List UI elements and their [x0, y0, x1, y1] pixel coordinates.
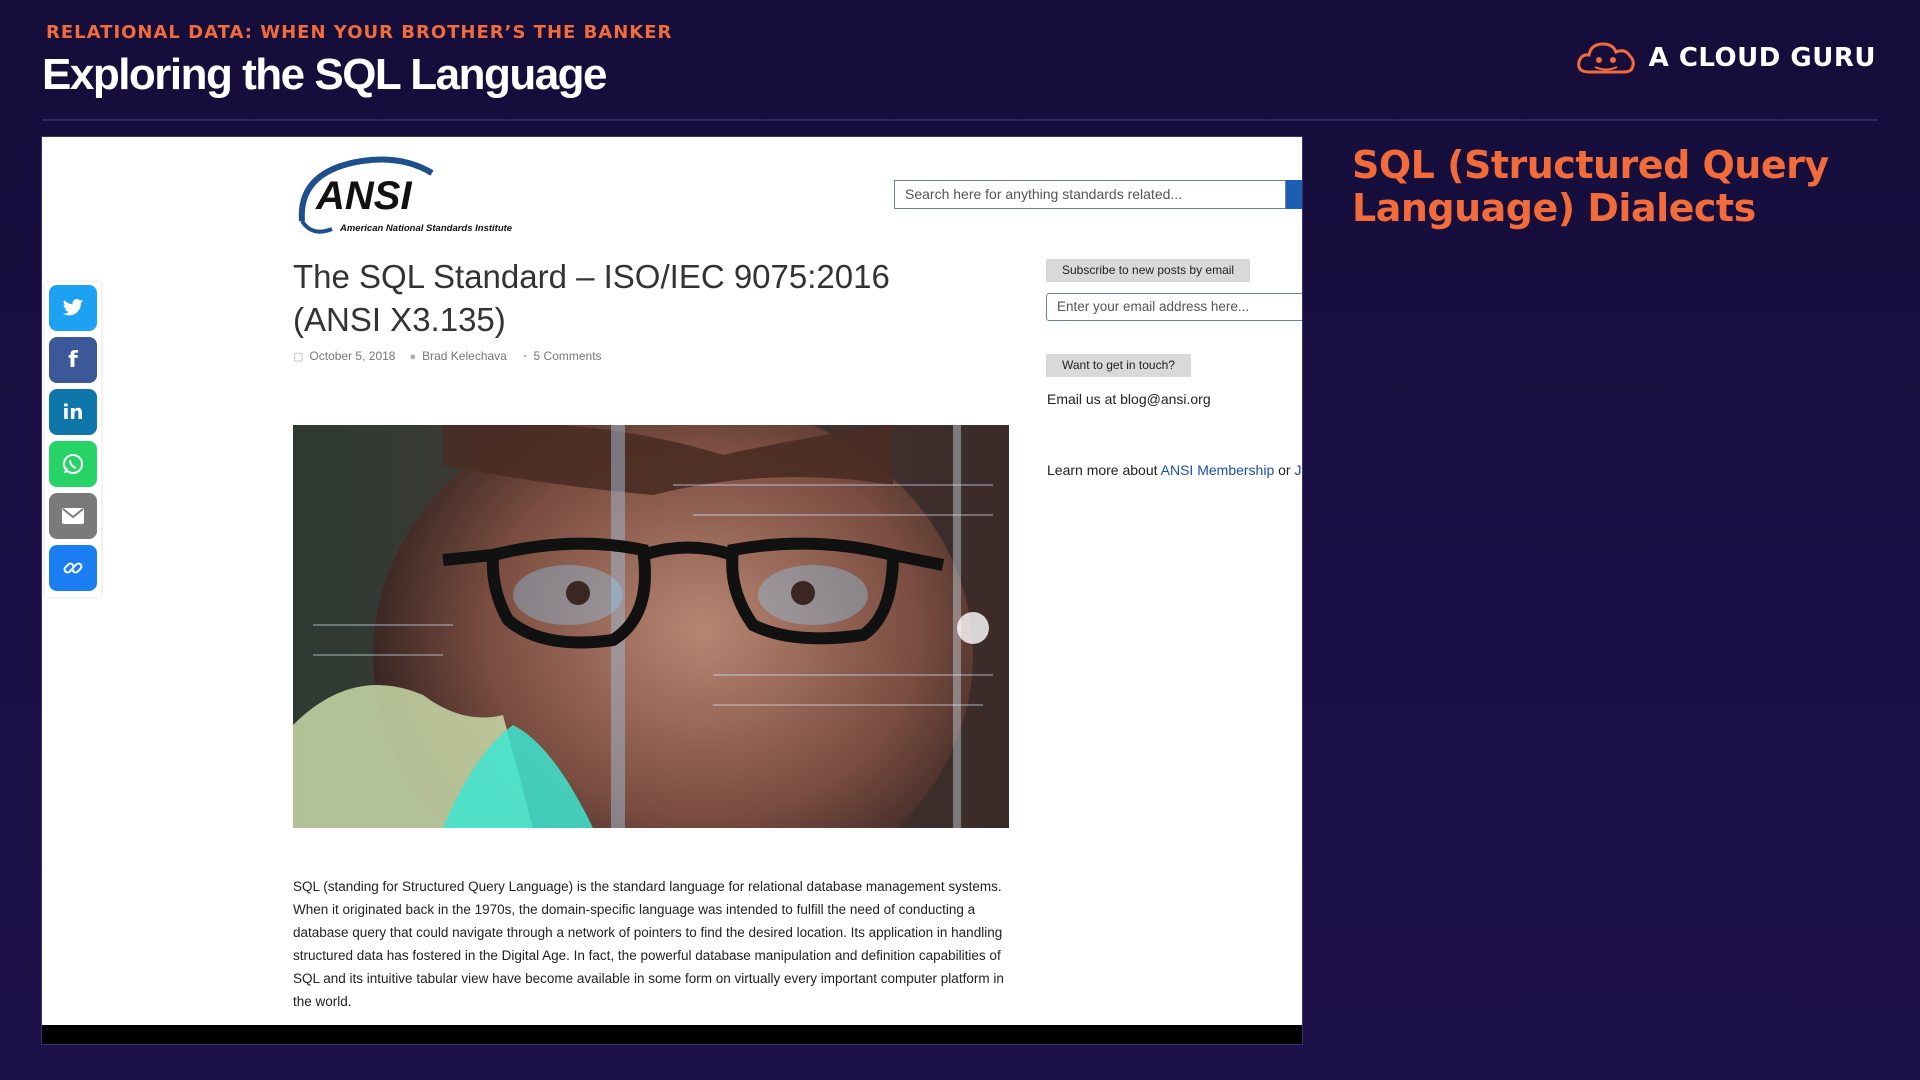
cloud-logo-icon — [1576, 42, 1635, 74]
post-body: SQL (standing for Structured Query Langu… — [293, 879, 1004, 1009]
membership-link[interactable]: ANSI Membership — [1161, 462, 1275, 478]
learn-more-prefix: Learn more about — [1047, 462, 1161, 478]
learn-more-text: Learn more about ANSI Membership or Jo — [1047, 462, 1302, 478]
contact-email-text: Email us at blog@ansi.org — [1047, 391, 1211, 407]
linkedin-share-button[interactable]: in — [49, 389, 97, 435]
contact-label: Want to get in touch? — [1046, 354, 1191, 377]
link-icon — [63, 562, 83, 574]
slide-title: Exploring the SQL Language — [42, 50, 608, 99]
calendar-icon: ▢ — [293, 351, 304, 363]
whatsapp-icon — [63, 454, 83, 474]
twitter-share-button[interactable] — [49, 285, 97, 331]
join-link[interactable]: Jo — [1294, 462, 1302, 478]
ansi-logo: ANSI American National Standards Institu… — [298, 156, 512, 234]
twitter-icon — [62, 298, 84, 316]
brand-name: A CLOUD GURU — [1648, 43, 1876, 73]
post-author[interactable]: Brad Kelechava — [422, 349, 507, 363]
facebook-share-button[interactable]: f — [49, 337, 97, 383]
slide-heading: SQL (Structured Query Language) Dialects — [1352, 143, 1829, 230]
post-hero-image — [293, 425, 1009, 828]
post-comments[interactable]: 5 Comments — [534, 349, 602, 363]
facebook-icon: f — [68, 347, 78, 373]
brand-logo: A CLOUD GURU — [1575, 38, 1876, 78]
linkedin-icon: in — [62, 400, 84, 424]
ansi-logo-text: ANSI — [315, 174, 412, 218]
header-divider — [42, 119, 1878, 121]
site-search-button[interactable] — [1286, 180, 1302, 209]
webpage-screenshot: ANSI American National Standards Institu… — [41, 136, 1303, 1045]
subscribe-email-input[interactable]: Enter your email address here... — [1046, 293, 1302, 321]
ansi-logo-subtitle: American National Standards Institute — [339, 223, 512, 234]
post-title: The SQL Standard – ISO/IEC 9075:2016 (AN… — [293, 258, 890, 338]
copy-link-share-button[interactable] — [49, 545, 97, 591]
share-bar: f in — [45, 282, 101, 597]
slide-kicker: RELATIONAL DATA: WHEN YOUR BROTHER’S THE… — [46, 22, 673, 43]
comments-icon: ◔ — [520, 351, 528, 363]
email-share-button[interactable] — [49, 493, 97, 539]
post-meta: ▢ October 5, 2018 ● Brad Kelechava ◔ 5 Comm… — [293, 349, 602, 363]
site-search-input[interactable]: Search here for anything standards relat… — [894, 180, 1286, 209]
post-date: October 5, 2018 — [309, 349, 396, 363]
or-text: or — [1274, 462, 1295, 478]
email-icon — [62, 508, 84, 524]
user-icon: ● — [409, 351, 417, 363]
whatsapp-share-button[interactable] — [49, 441, 97, 487]
screenshot-bottom-bar — [42, 1025, 1302, 1044]
subscribe-label: Subscribe to new posts by email — [1046, 259, 1251, 282]
